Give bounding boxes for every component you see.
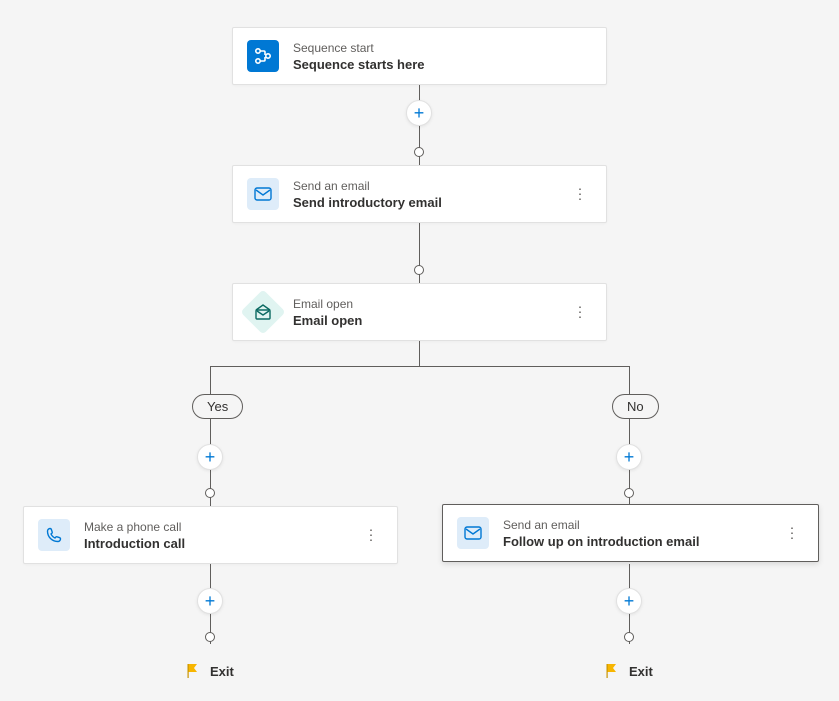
flag-icon bbox=[184, 662, 202, 680]
node-label: Send an email bbox=[503, 518, 699, 532]
condition-icon bbox=[240, 289, 285, 334]
branch-label-yes: Yes bbox=[192, 394, 243, 419]
exit-marker-right: Exit bbox=[603, 662, 653, 680]
add-step-button[interactable]: + bbox=[197, 588, 223, 614]
email-icon bbox=[247, 178, 279, 210]
connector bbox=[629, 366, 630, 506]
exit-marker-left: Exit bbox=[184, 662, 234, 680]
connector-node bbox=[205, 632, 215, 642]
node-title: Email open bbox=[293, 313, 362, 328]
connector-node bbox=[414, 147, 424, 157]
connector-node bbox=[205, 488, 215, 498]
connector-node bbox=[624, 488, 634, 498]
node-title: Send introductory email bbox=[293, 195, 442, 210]
node-send-intro-email[interactable]: Send an email Send introductory email ⋮ bbox=[232, 165, 607, 223]
add-step-button[interactable]: + bbox=[406, 100, 432, 126]
sequence-start-icon bbox=[247, 40, 279, 72]
node-label: Make a phone call bbox=[84, 520, 185, 534]
node-title: Follow up on introduction email bbox=[503, 534, 699, 549]
node-follow-up-email[interactable]: Send an email Follow up on introduction … bbox=[442, 504, 819, 562]
node-label: Send an email bbox=[293, 179, 442, 193]
more-options-button[interactable]: ⋮ bbox=[779, 521, 806, 546]
node-label: Sequence start bbox=[293, 41, 425, 55]
connector-node bbox=[414, 265, 424, 275]
add-step-button[interactable]: + bbox=[616, 588, 642, 614]
node-label: Email open bbox=[293, 297, 362, 311]
add-step-button[interactable]: + bbox=[616, 444, 642, 470]
node-condition-email-open[interactable]: Email open Email open ⋮ bbox=[232, 283, 607, 341]
node-sequence-start[interactable]: Sequence start Sequence starts here bbox=[232, 27, 607, 85]
more-options-button[interactable]: ⋮ bbox=[358, 523, 385, 548]
exit-label: Exit bbox=[629, 664, 653, 679]
phone-icon bbox=[38, 519, 70, 551]
branch-label-no: No bbox=[612, 394, 659, 419]
node-make-phone-call[interactable]: Make a phone call Introduction call ⋮ bbox=[23, 506, 398, 564]
connector bbox=[210, 366, 211, 506]
email-icon bbox=[457, 517, 489, 549]
connector-node bbox=[624, 632, 634, 642]
more-options-button[interactable]: ⋮ bbox=[567, 182, 594, 207]
connector bbox=[419, 341, 420, 366]
node-title: Introduction call bbox=[84, 536, 185, 551]
flag-icon bbox=[603, 662, 621, 680]
node-title: Sequence starts here bbox=[293, 57, 425, 72]
exit-label: Exit bbox=[210, 664, 234, 679]
connector bbox=[210, 366, 630, 367]
add-step-button[interactable]: + bbox=[197, 444, 223, 470]
sequence-canvas: Sequence start Sequence starts here + Se… bbox=[0, 0, 839, 701]
more-options-button[interactable]: ⋮ bbox=[567, 300, 594, 325]
